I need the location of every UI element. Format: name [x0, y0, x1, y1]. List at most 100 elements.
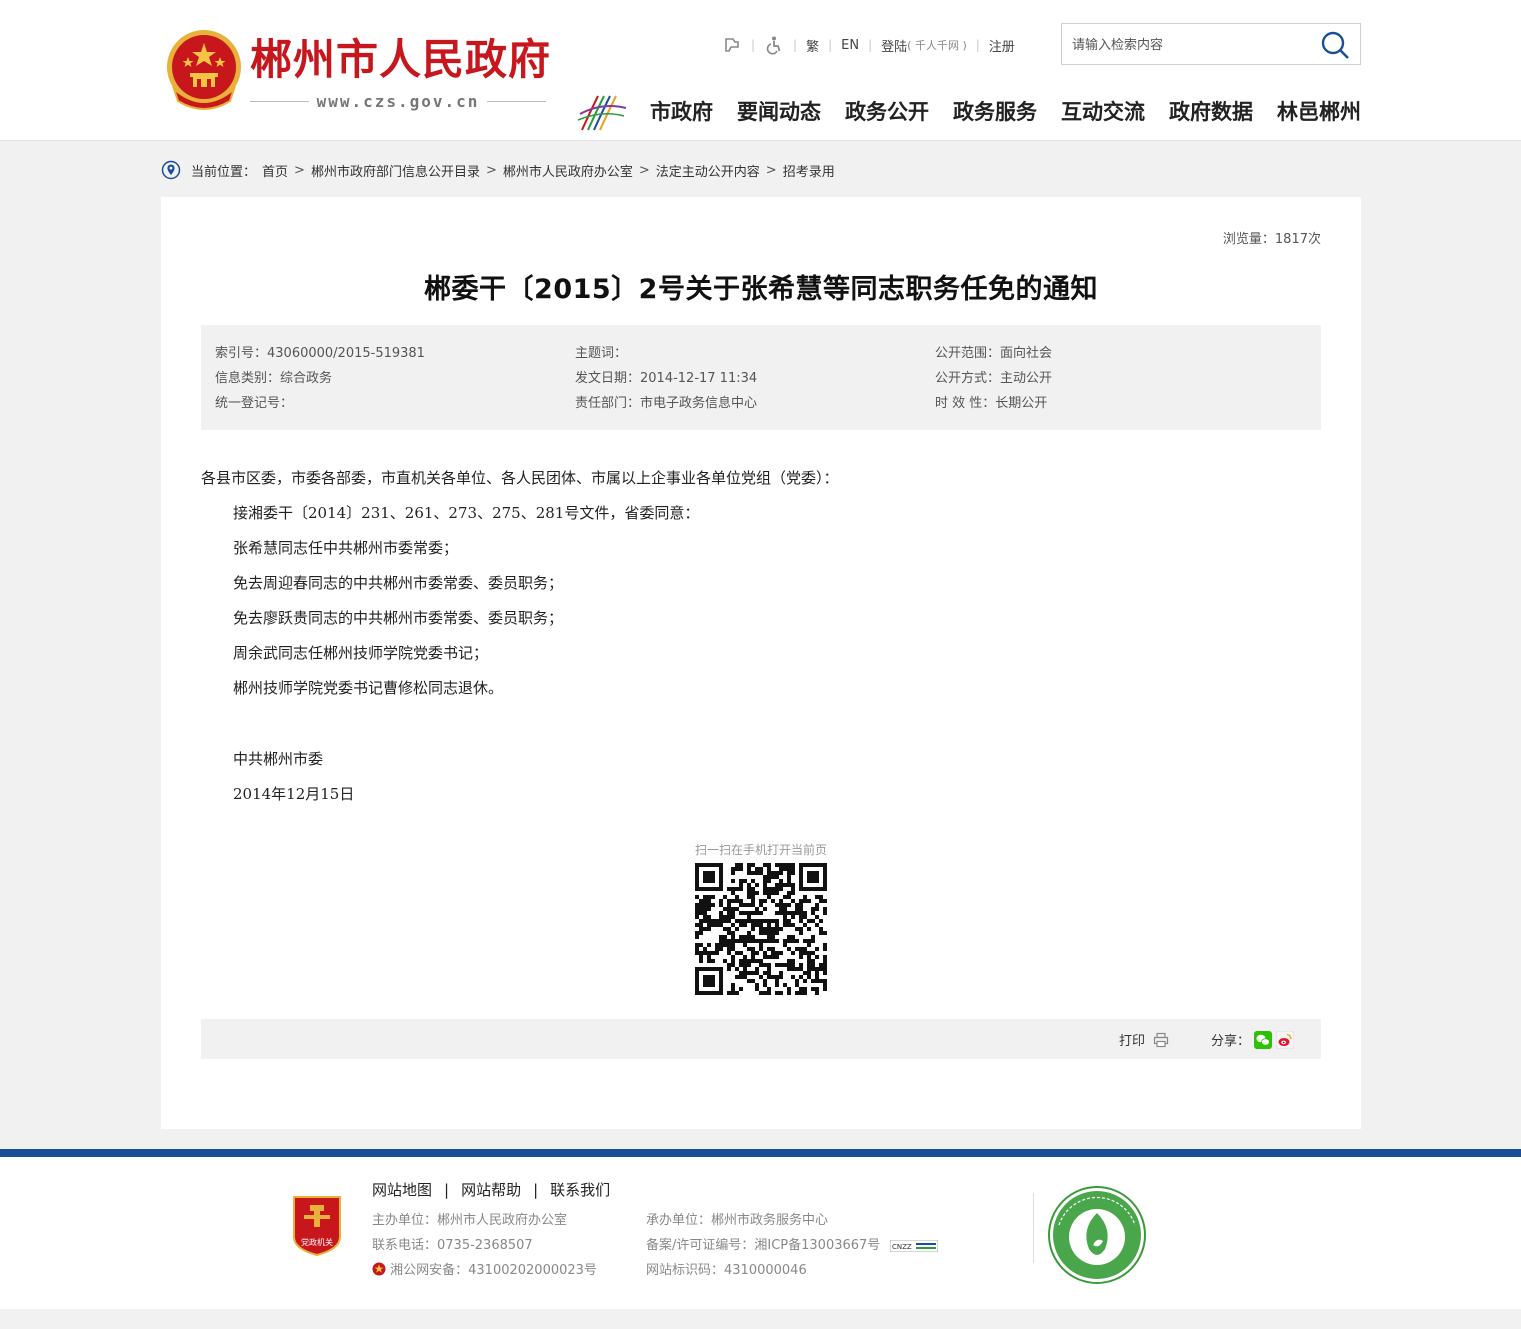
site-map-link[interactable]: 网站地图 [372, 1179, 432, 1200]
breadcrumb-label: 当前位置： [191, 164, 257, 180]
separator: | [868, 38, 873, 52]
elder-mode-icon[interactable] [722, 35, 742, 55]
english-link[interactable]: EN [841, 38, 859, 53]
article-panel: 浏览量：1817次 郴委干〔2015〕2号关于张希慧等同志职务任免的通知 索引号… [161, 197, 1361, 1129]
search-input[interactable] [1072, 33, 1312, 57]
traditional-chinese-link[interactable]: 繁 [806, 36, 819, 55]
meta-scope: 公开范围：面向社会 [935, 346, 1053, 361]
meta-subject: 主题词： [575, 346, 628, 361]
share-section: 分享： [1211, 1030, 1295, 1049]
separator: | [975, 38, 980, 52]
civilization-site-logo-icon[interactable] [1047, 1185, 1147, 1285]
breadcrumb-separator: > [485, 162, 497, 178]
breadcrumb-statutory-content[interactable]: 法定主动公开内容 [656, 161, 760, 180]
signature: 中共郴州市委 [233, 750, 324, 768]
meta-category: 信息类别：综合政务 [215, 371, 333, 386]
police-emblem-icon [372, 1262, 386, 1276]
footer-police-record: 湘公网安备：43100202000023号 [372, 1258, 597, 1283]
breadcrumb: 当前位置： 首页 > 郴州市政府部门信息公开目录 > 郴州市人民政府办公室 > … [161, 158, 835, 182]
print-label: 打印 [1119, 1034, 1146, 1049]
breadcrumb-home[interactable]: 首页 [262, 161, 288, 180]
party-government-badge-icon[interactable]: 党政机关 [290, 1193, 344, 1257]
location-pin-icon [161, 160, 181, 180]
body-paragraph: 免去廖跃贵同志的中共郴州市委常委、委员职务； [233, 609, 564, 627]
footer-icp-text[interactable]: 备案/许可证编号：湘ICP备13003667号 [646, 1238, 880, 1253]
meta-method: 公开方式：主动公开 [935, 371, 1053, 386]
sign-date: 2014年12月15日 [233, 785, 355, 803]
qr-section: 扫一扫在手机打开当前页 [691, 841, 831, 995]
wechat-icon[interactable] [1254, 1030, 1273, 1049]
top-links: | | 繁 | EN | 登陆 ( 千人千网 ) | 注册 [722, 34, 1015, 56]
footer-info-left: 主办单位：郴州市人民政府办公室 联系电话：0735-2368507 湘公网安备：… [372, 1208, 597, 1283]
nav-item-government-affairs[interactable]: 政务公开 [845, 96, 929, 128]
separator: | [444, 1180, 450, 1199]
footer-links: 网站地图 | 网站帮助 | 联系我们 [372, 1179, 610, 1200]
meta-column-1: 索引号：43060000/2015-519381 信息类别：综合政务 统一登记号… [215, 341, 425, 416]
nav-item-city-government[interactable]: 市政府 [650, 96, 713, 128]
nav-decoration-icon [577, 95, 627, 131]
footer-host: 主办单位：郴州市人民政府办公室 [372, 1213, 568, 1228]
search-icon[interactable] [1320, 30, 1350, 60]
article-toolbar: 打印 分享： [201, 1019, 1321, 1059]
nav-item-government-data[interactable]: 政府数据 [1169, 96, 1253, 128]
footer-phone: 联系电话：0735-2368507 [372, 1238, 533, 1253]
divider [250, 100, 309, 102]
breadcrumb-disclosure-directory[interactable]: 郴州市政府部门信息公开目录 [311, 161, 480, 180]
nav-item-linyi-chenzhou[interactable]: 林邑郴州 [1277, 96, 1361, 128]
qr-label: 扫一扫在手机打开当前页 [694, 843, 827, 857]
separator: | [533, 1180, 539, 1199]
divider [487, 100, 547, 102]
view-count: 浏览量：1817次 [1222, 232, 1321, 247]
site-footer: 党政机关 网站地图 | 网站帮助 | 联系我们 主办单位：郴州市人民政府办公室 … [0, 1157, 1521, 1309]
separator: | [751, 38, 756, 52]
breadcrumb-separator: > [294, 162, 305, 178]
separator: | [828, 38, 833, 52]
footer-police-text[interactable]: 湘公网安备：43100202000023号 [390, 1263, 597, 1278]
body-paragraph: 免去周迎春同志的中共郴州市委常委、委员职务； [233, 574, 564, 592]
search-box [1061, 23, 1361, 65]
meta-dept: 责任部门：市电子政务信息中心 [575, 396, 758, 411]
footer-site-id: 网站标识码：4310000046 [646, 1263, 807, 1278]
footer-bottom-strip [0, 1309, 1521, 1329]
weibo-icon[interactable] [1276, 1030, 1295, 1049]
article-body: 各县市区委，市委各部委，市直机关各单位、各人民团体、市属以上企事业各单位党组（党… [201, 461, 1321, 812]
qr-code-icon [695, 863, 827, 995]
footer-organizer: 承办单位：郴州市政务服务中心 [646, 1213, 829, 1228]
breadcrumb-recruitment[interactable]: 招考录用 [783, 161, 835, 180]
national-emblem-icon [167, 30, 241, 110]
contact-us-link[interactable]: 联系我们 [550, 1179, 610, 1200]
article-title: 郴委干〔2015〕2号关于张希慧等同志职务任免的通知 [424, 274, 1098, 305]
separator: | [793, 38, 798, 52]
print-button[interactable]: 打印 [1119, 1030, 1169, 1049]
register-link[interactable]: 注册 [989, 36, 1015, 55]
cnzz-text: CNZZ [892, 1243, 912, 1251]
site-header: 郴州市人民政府 www.czs.gov.cn | | 繁 | EN | 登陆 (… [0, 0, 1521, 141]
breadcrumb-government-office[interactable]: 郴州市人民政府办公室 [503, 161, 633, 180]
main-nav: 市政府 要闻动态 政务公开 政务服务 互动交流 政府数据 林邑郴州 [650, 96, 1361, 128]
nav-item-government-services[interactable]: 政务服务 [953, 96, 1037, 128]
accessibility-icon[interactable] [764, 35, 784, 55]
meta-column-2: 主题词： 发文日期：2014-12-17 11:34 责任部门：市电子政务信息中… [575, 341, 757, 416]
divider [1033, 1193, 1034, 1263]
meta-validity: 时 效 性：长期公开 [935, 396, 1048, 411]
nav-item-interaction[interactable]: 互动交流 [1061, 96, 1145, 128]
login-note: ( 千人千网 ) [907, 39, 967, 52]
body-paragraph: 周余武同志任郴州技师学院党委书记； [233, 644, 489, 662]
cnzz-stat-icon[interactable]: CNZZ [890, 1239, 939, 1252]
meta-date: 发文日期：2014-12-17 11:34 [575, 371, 758, 386]
body-paragraph: 郴州技师学院党委书记曹修松同志退休。 [233, 679, 504, 697]
article-meta: 索引号：43060000/2015-519381 信息类别：综合政务 统一登记号… [201, 325, 1321, 430]
badge-text: 党政机关 [301, 1237, 333, 1247]
share-label: 分享： [1211, 1034, 1251, 1049]
login-link[interactable]: 登陆 [881, 36, 907, 55]
site-url: www.czs.gov.cn [316, 91, 480, 111]
meta-reg-no: 统一登记号： [215, 396, 294, 411]
nav-item-news[interactable]: 要闻动态 [737, 96, 821, 128]
site-url-row: www.czs.gov.cn [250, 90, 547, 112]
printer-icon [1153, 1032, 1169, 1047]
site-help-link[interactable]: 网站帮助 [461, 1179, 521, 1200]
site-title: 郴州市人民政府 [250, 35, 552, 84]
body-paragraph: 各县市区委，市委各部委，市直机关各单位、各人民团体、市属以上企事业各单位党组（党… [201, 469, 839, 487]
meta-index-no: 索引号：43060000/2015-519381 [215, 346, 425, 361]
meta-column-3: 公开范围：面向社会 公开方式：主动公开 时 效 性：长期公开 [935, 341, 1052, 416]
